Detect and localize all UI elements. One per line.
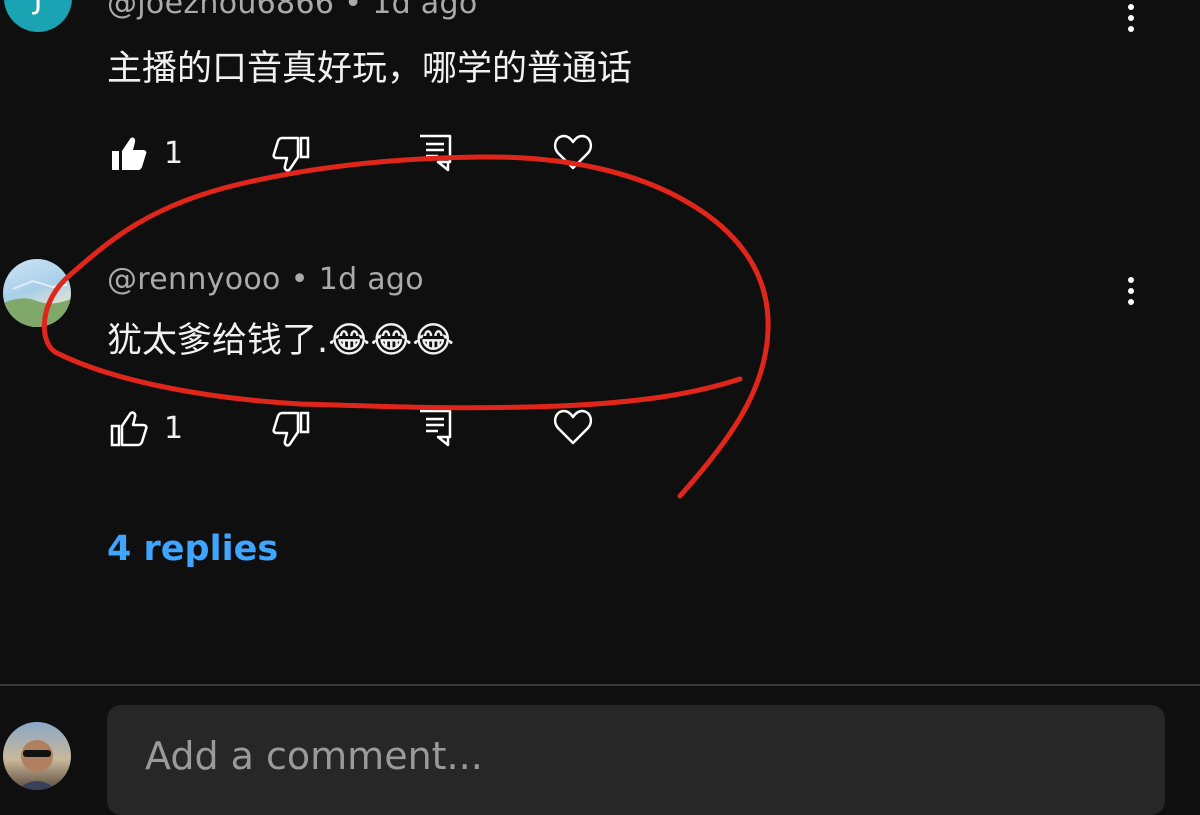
red-annotation-circle — [41, 154, 771, 499]
avatar-image — [17, 740, 57, 790]
current-user-avatar[interactable] — [3, 722, 71, 790]
add-comment-input[interactable] — [143, 733, 1047, 779]
comment-composer[interactable] — [107, 705, 1165, 815]
divider — [0, 684, 1200, 686]
